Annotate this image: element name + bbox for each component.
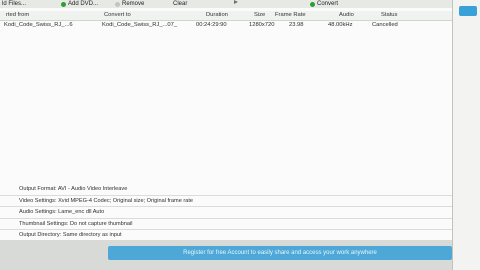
remove-button[interactable]: Remove	[115, 0, 144, 8]
column-header[interactable]: rted from	[6, 11, 29, 20]
convert-icon	[310, 1, 315, 7]
column-header[interactable]: Duration	[206, 11, 228, 20]
column-header[interactable]: Size	[254, 11, 265, 20]
column-header[interactable]: Audio	[339, 11, 354, 20]
plus-icon	[61, 1, 66, 7]
source-file-cell: Kodi_Code_Swiss_RJ_...6	[4, 22, 73, 28]
duration-cell: 00:24:29:90	[196, 22, 227, 28]
output-file-cell: Kodi_Code_Swiss_RJ_...07_	[102, 22, 178, 28]
toolbar-label: Add DVD...	[68, 1, 99, 7]
convert-button[interactable]: Convert	[310, 0, 338, 8]
column-header[interactable]: Status	[381, 11, 397, 20]
column-header[interactable]: Convert to	[104, 11, 131, 20]
status-cell: Cancelled	[372, 22, 398, 28]
column-header[interactable]: Frame Rate	[275, 11, 306, 20]
play-button[interactable]	[234, 0, 238, 4]
play-icon	[234, 0, 238, 4]
output-format-setting[interactable]: Output Format: AVI - Audio Video Interle…	[0, 184, 452, 196]
file-list-panel: rted from Convert to Duration Size Frame…	[0, 8, 453, 184]
video-settings-setting[interactable]: Video Settings: Xvid MPEG-4 Codec; Origi…	[0, 196, 452, 207]
register-banner[interactable]: Register for free Account to easily shar…	[108, 246, 452, 260]
audio-settings-setting[interactable]: Audio Settings: Lame_enc dll Auto	[0, 207, 452, 219]
size-cell: 1280x720	[249, 22, 275, 28]
add-dvd-button[interactable]: Add DVD...	[61, 0, 98, 8]
toolbar-label: ld Files...	[2, 1, 27, 7]
side-panel	[452, 0, 480, 270]
thumbnail-settings-setting[interactable]: Thumbnail Settings: Do not capture thumb…	[0, 219, 452, 230]
side-panel-button[interactable]	[459, 6, 477, 16]
frame-rate-cell: 23.98	[289, 22, 304, 28]
output-settings-panel: Output Format: AVI - Audio Video Interle…	[0, 184, 452, 242]
clear-button[interactable]: Clear	[173, 0, 187, 8]
remove-icon	[115, 1, 120, 7]
toolbar-label: Convert	[317, 1, 339, 7]
add-files-button[interactable]: ld Files...	[2, 0, 26, 8]
table-header: rted from Convert to Duration Size Frame…	[0, 11, 452, 21]
audio-cell: 48.00kHz	[328, 22, 353, 28]
table-row[interactable]: Kodi_Code_Swiss_RJ_...6 Kodi_Code_Swiss_…	[0, 21, 452, 30]
toolbar-label: Remove	[122, 1, 145, 7]
toolbar-label: Clear	[173, 1, 188, 7]
